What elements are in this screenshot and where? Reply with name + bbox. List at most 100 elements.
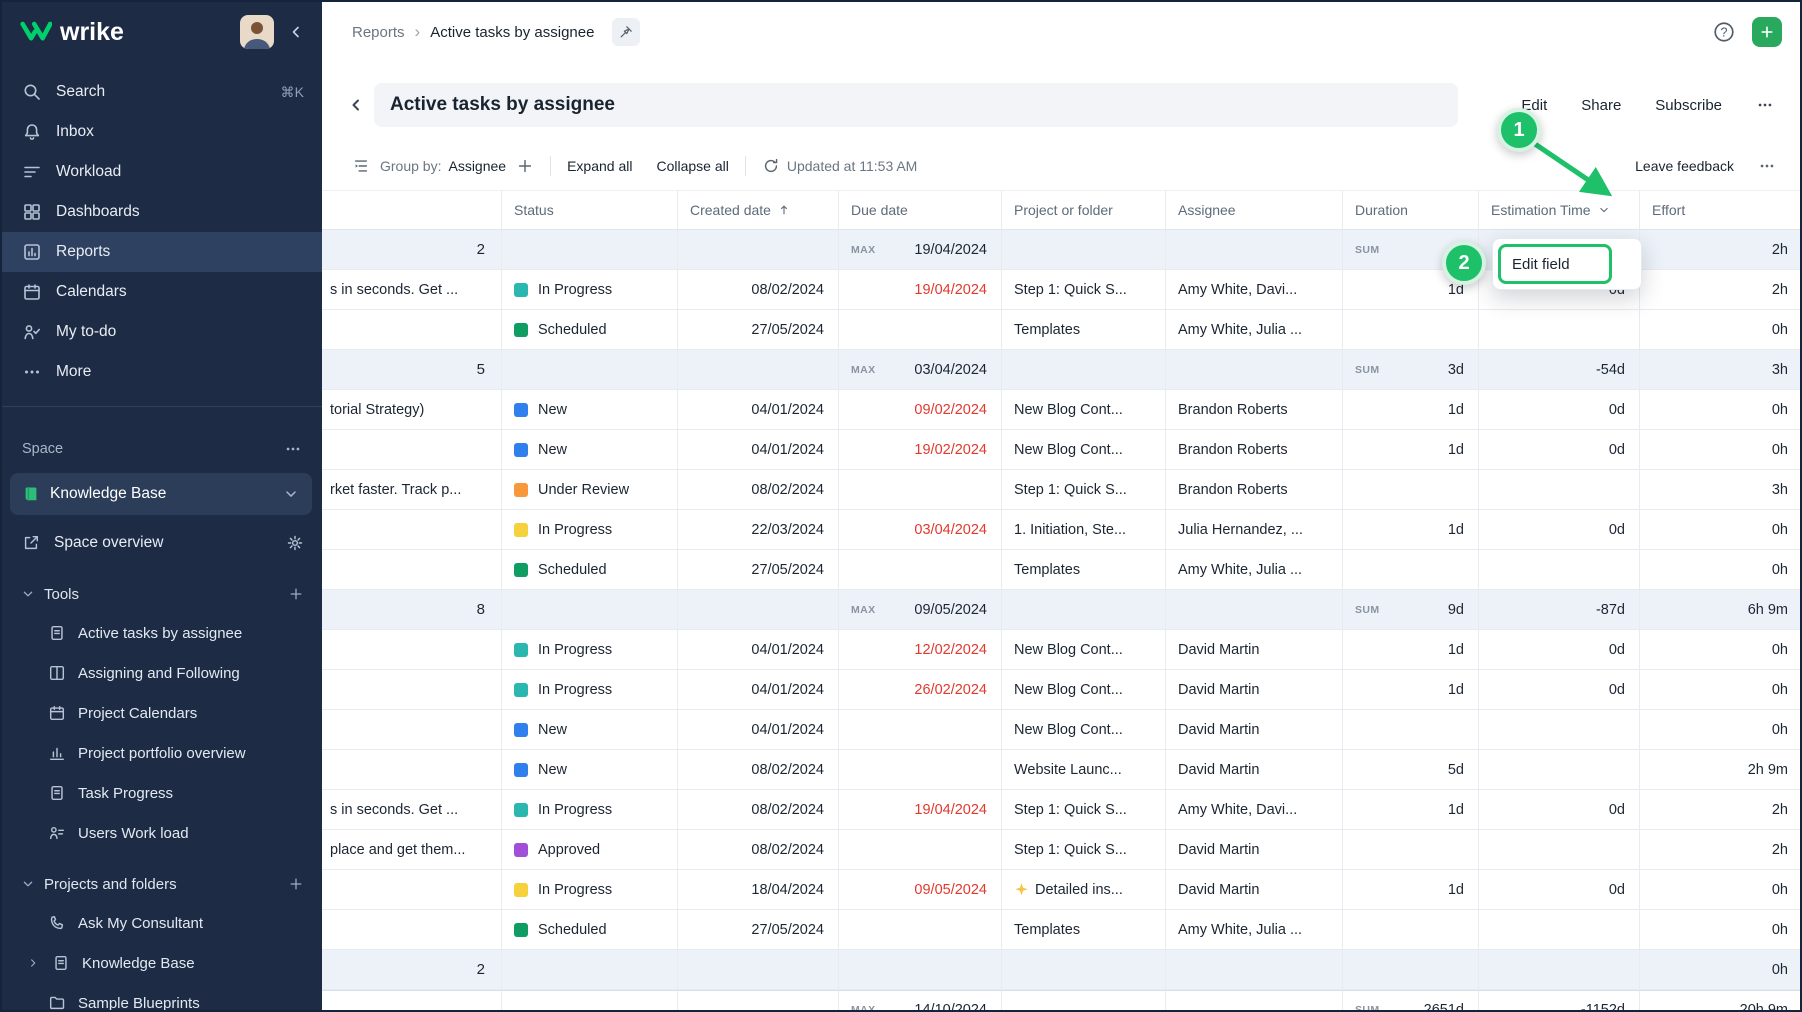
cell-status: Scheduled: [502, 310, 678, 350]
task-row[interactable]: Scheduled 27/05/2024 Templates Amy White…: [322, 550, 1802, 590]
space-more-icon[interactable]: [284, 440, 302, 458]
assignee: David Martin: [1166, 630, 1343, 670]
sidebar-item-label: Ask My Consultant: [78, 915, 203, 932]
leave-feedback-button[interactable]: Leave feedback: [1635, 158, 1734, 174]
task-row[interactable]: Scheduled 27/05/2024 Templates Amy White…: [322, 910, 1802, 950]
sidebar-item-active-tasks-by-assignee[interactable]: Active tasks by assignee: [0, 613, 322, 653]
sidebar-item-workload[interactable]: Workload: [0, 152, 322, 192]
space-selector[interactable]: Knowledge Base: [10, 473, 312, 515]
assignee: Brandon Roberts: [1166, 430, 1343, 470]
wrike-logo[interactable]: wrike: [20, 18, 228, 47]
toolbar-more-button[interactable]: [1758, 157, 1776, 175]
refresh-icon[interactable]: [762, 157, 780, 175]
group-row[interactable]: 8 MAX09/05/2024 SUM9d -87d 6h 9m: [322, 590, 1802, 630]
breadcrumb-current: Active tasks by assignee: [430, 24, 594, 41]
sidebar-item-reports[interactable]: Reports: [0, 232, 322, 272]
projects-section-header[interactable]: Projects and folders: [0, 865, 322, 903]
sidebar-item-label: More: [56, 363, 91, 381]
task-row[interactable]: In Progress 04/01/2024 26/02/2024 New Bl…: [322, 670, 1802, 710]
task-row[interactable]: rket faster. Track p... Under Review 08/…: [322, 470, 1802, 510]
edit-field-menu-item[interactable]: Edit field: [1498, 244, 1612, 284]
task-row[interactable]: New 04/01/2024 19/02/2024 New Blog Cont.…: [322, 430, 1802, 470]
sidebar-item-project-portfolio-overview[interactable]: Project portfolio overview: [0, 733, 322, 773]
add-tool-icon[interactable]: [288, 586, 304, 602]
subscribe-button[interactable]: Subscribe: [1655, 97, 1722, 114]
status-chip: [514, 803, 528, 817]
effort: 2h: [1640, 790, 1802, 830]
estimation: 0d: [1479, 790, 1640, 830]
collapse-sidebar-icon[interactable]: [286, 22, 306, 42]
status-label: New: [538, 442, 567, 458]
sidebar-item-ask-my-consultant[interactable]: Ask My Consultant: [0, 903, 322, 943]
sidebar-item-task-progress[interactable]: Task Progress: [0, 773, 322, 813]
task-row[interactable]: torial Strategy) New 04/01/2024 09/02/20…: [322, 390, 1802, 430]
sidebar-item-search[interactable]: Search ⌘K: [0, 72, 322, 112]
estimation: [1479, 550, 1640, 590]
add-project-icon[interactable]: [288, 876, 304, 892]
add-group-by-button[interactable]: [516, 157, 534, 175]
task-row[interactable]: In Progress 22/03/2024 03/04/2024 1. Ini…: [322, 510, 1802, 550]
sidebar-divider: [0, 406, 322, 407]
group-by-value[interactable]: Assignee: [448, 158, 506, 174]
group-row[interactable]: 5 MAX03/04/2024 SUM3d -54d 3h: [322, 350, 1802, 390]
sidebar-item-knowledge-base[interactable]: Knowledge Base: [0, 943, 322, 983]
sidebar-item-users-work-load[interactable]: Users Work load: [0, 813, 322, 853]
task-row[interactable]: New 08/02/2024 Website Launc... David Ma…: [322, 750, 1802, 790]
assignee: Brandon Roberts: [1166, 470, 1343, 510]
sidebar-item-label: Workload: [56, 163, 121, 181]
cell-assignee: [1166, 990, 1343, 1012]
updated-timestamp: Updated at 11:53 AM: [787, 158, 918, 174]
sidebar-item-sample-blueprints[interactable]: Sample Blueprints: [0, 983, 322, 1012]
back-button[interactable]: [346, 95, 366, 115]
sidebar-item-calendars[interactable]: Calendars: [0, 272, 322, 312]
column-header-assignee[interactable]: Assignee: [1166, 190, 1343, 230]
pin-button[interactable]: [612, 18, 640, 46]
cell-status: In Progress: [502, 630, 678, 670]
column-header-duration[interactable]: Duration: [1343, 190, 1479, 230]
sidebar-item-inbox[interactable]: Inbox: [0, 112, 322, 152]
gear-icon[interactable]: [286, 534, 304, 552]
group-row[interactable]: 2 0h: [322, 950, 1802, 990]
column-header-estimation[interactable]: Estimation Time: [1479, 190, 1640, 230]
breadcrumb-reports[interactable]: Reports: [352, 24, 405, 41]
cell-assignee: [1166, 590, 1343, 630]
my-todo-icon: [22, 322, 42, 342]
task-row[interactable]: Scheduled 27/05/2024 Templates Amy White…: [322, 310, 1802, 350]
column-header-name[interactable]: [322, 190, 502, 230]
space-overview-item[interactable]: Space overview: [0, 523, 322, 563]
sidebar-item-project-calendars[interactable]: Project Calendars: [0, 693, 322, 733]
help-button[interactable]: ?: [1712, 20, 1736, 44]
avatar[interactable]: [240, 15, 274, 49]
column-header-created[interactable]: Created date: [678, 190, 839, 230]
total-row[interactable]: MAX14/10/2024 SUM2651d -1152d 20h 9m: [322, 990, 1802, 1012]
task-row[interactable]: New 04/01/2024 New Blog Cont... David Ma…: [322, 710, 1802, 750]
create-button[interactable]: [1752, 17, 1782, 47]
column-header-project[interactable]: Project or folder: [1002, 190, 1166, 230]
collapse-all-button[interactable]: Collapse all: [656, 158, 728, 174]
column-header-due[interactable]: Due date: [839, 190, 1002, 230]
table-body: 2 MAX19/04/2024 SUM 2h s in seconds. Get…: [322, 230, 1802, 1012]
title-more-button[interactable]: [1756, 96, 1774, 114]
task-row[interactable]: place and get them... Approved 08/02/202…: [322, 830, 1802, 870]
titlebar: Active tasks by assignee Edit Share Subs…: [322, 81, 1802, 129]
tools-section-header[interactable]: Tools: [0, 575, 322, 613]
report-title-input[interactable]: Active tasks by assignee: [374, 83, 1458, 127]
project-folder: Step 1: Quick S...: [1002, 830, 1166, 870]
column-header-effort[interactable]: Effort: [1640, 190, 1802, 230]
assignee: Amy White, Julia ...: [1166, 310, 1343, 350]
column-header-status[interactable]: Status: [502, 190, 678, 230]
created-date: 27/05/2024: [678, 310, 839, 350]
column-label: Effort: [1652, 202, 1685, 218]
sidebar-item-dashboards[interactable]: Dashboards: [0, 192, 322, 232]
project-folder: New Blog Cont...: [1002, 390, 1166, 430]
sidebar-item-more[interactable]: More: [0, 352, 322, 392]
task-row[interactable]: s in seconds. Get ... In Progress 08/02/…: [322, 790, 1802, 830]
expand-all-button[interactable]: Expand all: [567, 158, 632, 174]
share-button[interactable]: Share: [1581, 97, 1621, 114]
duration: 1d: [1343, 670, 1479, 710]
task-row[interactable]: In Progress 04/01/2024 12/02/2024 New Bl…: [322, 630, 1802, 670]
sidebar-item-my-todo[interactable]: My to-do: [0, 312, 322, 352]
task-row[interactable]: In Progress 18/04/2024 09/05/2024 Detail…: [322, 870, 1802, 910]
status-chip: [514, 723, 528, 737]
sidebar-item-assigning-and-following[interactable]: Assigning and Following: [0, 653, 322, 693]
